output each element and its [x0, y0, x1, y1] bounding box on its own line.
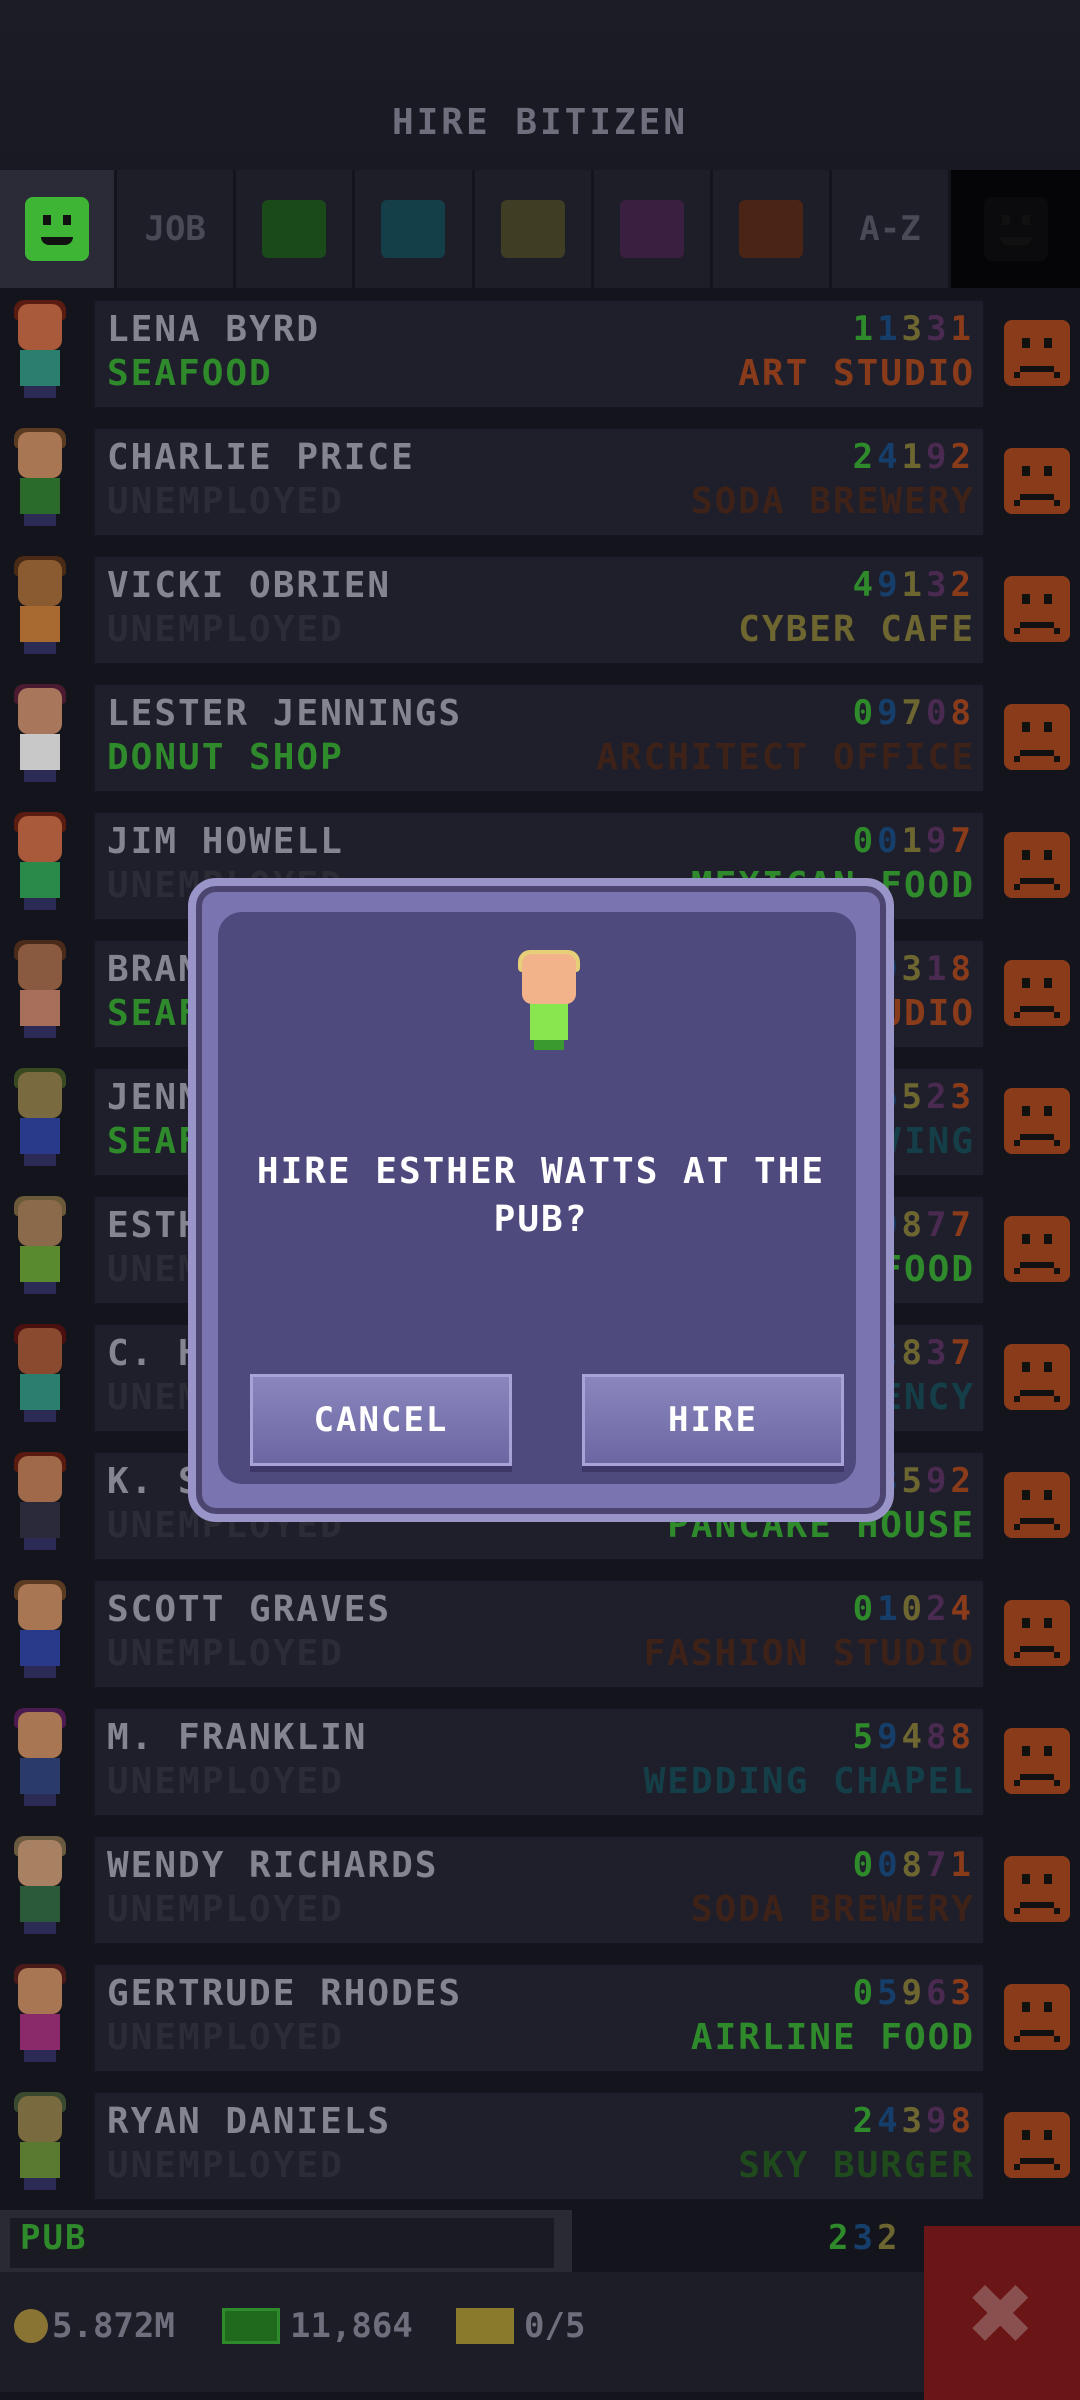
cancel-button[interactable]: CANCEL — [250, 1374, 512, 1466]
modal-overlay: HIRE ESTHER WATTS AT THE PUB? CANCEL HIR… — [0, 0, 1080, 2400]
hire-button[interactable]: HIRE — [582, 1374, 844, 1466]
bitizen-avatar — [516, 950, 582, 1050]
hire-dialog: HIRE ESTHER WATTS AT THE PUB? CANCEL HIR… — [188, 878, 894, 1522]
dialog-message: HIRE ESTHER WATTS AT THE PUB? — [256, 1151, 826, 1240]
